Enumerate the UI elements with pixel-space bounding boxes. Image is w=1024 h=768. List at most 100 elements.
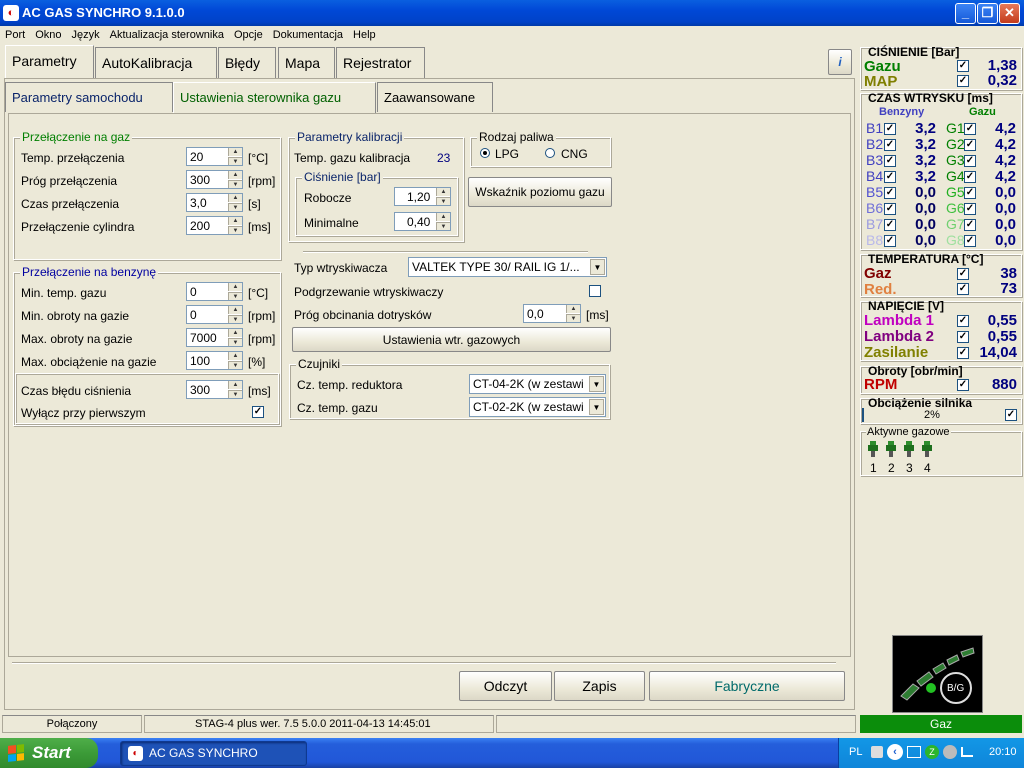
gas-injector-value: 0,0 — [995, 184, 1016, 201]
subtab-zaawansowane[interactable]: Zaawansowane — [377, 82, 493, 112]
taskbar-app-button[interactable]: ◐ AC GAS SYNCHRO — [120, 741, 307, 766]
max-rpm-spin[interactable]: 7000 ▲ ▼ — [186, 328, 243, 347]
gas-pressure-checkbox[interactable]: ✓ — [957, 60, 969, 72]
read-button[interactable]: Odczyt — [459, 671, 552, 701]
injector-icon — [904, 441, 914, 459]
mode-indicator[interactable]: B/G — [892, 635, 983, 713]
injector-number: 3 — [906, 461, 913, 475]
temp-gas-checkbox[interactable]: ✓ — [957, 268, 969, 280]
petrol-injector-checkbox[interactable]: ✓ — [884, 235, 896, 247]
close-button[interactable]: ✕ — [999, 3, 1020, 24]
petrol-injector-checkbox[interactable]: ✓ — [884, 171, 896, 183]
switch-cylinder-spin[interactable]: 200 ▲ ▼ — [186, 216, 243, 235]
maximize-button[interactable]: ❐ — [977, 3, 998, 24]
tab-parametry[interactable]: Parametry — [5, 45, 94, 78]
gas-injector-value: 4,2 — [995, 168, 1016, 185]
factory-button[interactable]: Fabryczne — [649, 671, 845, 701]
petrol-injector-checkbox[interactable]: ✓ — [884, 155, 896, 167]
injector-heating-checkbox[interactable] — [589, 285, 601, 297]
write-button[interactable]: Zapis — [554, 671, 645, 701]
subtab-parametry-samochodu[interactable]: Parametry samochodu — [5, 82, 173, 112]
max-load-label: Max. obciążenie na gazie — [21, 355, 157, 369]
fuel-cng-radio[interactable] — [545, 148, 555, 158]
petrol-injector-checkbox[interactable]: ✓ — [884, 123, 896, 135]
menu-okno[interactable]: Okno — [30, 29, 66, 41]
supply-checkbox[interactable]: ✓ — [957, 347, 969, 359]
switch-gas-title: Przełączenie na gaz — [20, 130, 133, 144]
gas-injector-checkbox[interactable]: ✓ — [964, 171, 976, 183]
load-checkbox[interactable]: ✓ — [1005, 409, 1017, 421]
working-pressure-spin[interactable]: 1,20 ▲ ▼ — [394, 187, 451, 206]
keyboard-icon[interactable] — [871, 746, 883, 758]
gas-injector-checkbox[interactable]: ✓ — [964, 203, 976, 215]
gas-injector-checkbox[interactable]: ✓ — [964, 235, 976, 247]
reducer-sensor-label: Cz. temp. reduktora — [297, 378, 403, 392]
menu-port[interactable]: Port — [0, 29, 30, 41]
temp-gas-label: Gaz — [864, 265, 892, 282]
min-rpm-spin[interactable]: 0 ▲ ▼ — [186, 305, 243, 324]
petrol-injector-checkbox[interactable]: ✓ — [884, 219, 896, 231]
menu-aktualizacja[interactable]: Aktualizacja sterownika — [105, 29, 229, 41]
subtab-ustawienia-sterownika[interactable]: Ustawienia sterownika gazu — [173, 82, 376, 114]
info-icon[interactable]: i — [828, 49, 852, 75]
tab-mapa[interactable]: Mapa — [278, 47, 335, 78]
pressure-error-spin[interactable]: 300 ▲ ▼ — [186, 380, 243, 399]
reducer-sensor-select[interactable]: CT-04-2K (w zestawi ▼ — [469, 374, 606, 394]
petrol-injector-checkbox[interactable]: ✓ — [884, 187, 896, 199]
min-rpm-label: Min. obroty na gazie — [21, 309, 130, 323]
monitor-icon[interactable] — [943, 745, 957, 759]
mode-label: B/G — [947, 683, 965, 694]
switch-temp-spin[interactable]: 20 ▲ ▼ — [186, 147, 243, 166]
gas-injector-checkbox[interactable]: ✓ — [964, 155, 976, 167]
title-bar[interactable]: ◐ AC GAS SYNCHRO 9.1.0.0 _ ❐ ✕ — [0, 0, 1024, 26]
chevron-left-icon[interactable]: ‹ — [887, 744, 903, 760]
petrol-injector-checkbox[interactable]: ✓ — [884, 139, 896, 151]
gas-injector-checkbox[interactable]: ✓ — [964, 139, 976, 151]
disable-first-checkbox[interactable]: ✓ — [252, 406, 264, 418]
windows-logo-icon — [8, 744, 24, 762]
tab-autokalibracja[interactable]: AutoKalibracja — [95, 47, 217, 78]
gas-injector-checkbox[interactable]: ✓ — [964, 219, 976, 231]
switch-threshold-spin[interactable]: 300 ▲ ▼ — [186, 170, 243, 189]
petrol-injector-value: 0,0 — [915, 200, 936, 217]
petrol-injector-checkbox[interactable]: ✓ — [884, 203, 896, 215]
start-button[interactable]: Start — [0, 738, 98, 768]
menu-jezyk[interactable]: Język — [66, 29, 104, 41]
petrol-injector-label: B5 — [866, 184, 884, 200]
min-gas-temp-label: Min. temp. gazu — [21, 286, 107, 300]
volume-icon[interactable] — [961, 747, 973, 757]
gas-injector-checkbox[interactable]: ✓ — [964, 187, 976, 199]
temp-reducer-checkbox[interactable]: ✓ — [957, 283, 969, 295]
load-title: Obciążenie silnika — [868, 396, 973, 410]
gas-injector-label: G3 — [946, 152, 965, 168]
tab-bledy[interactable]: Błędy — [218, 47, 276, 78]
lambda2-checkbox[interactable]: ✓ — [957, 331, 969, 343]
gas-level-button[interactable]: Wskaźnik poziomu gazu — [468, 177, 612, 207]
map-checkbox[interactable]: ✓ — [957, 75, 969, 87]
minimize-button[interactable]: _ — [955, 3, 976, 24]
green-z-icon[interactable]: Z — [925, 745, 939, 759]
menu-dokumentacja[interactable]: Dokumentacja — [268, 29, 348, 41]
cutoff-spin[interactable]: 0,0 ▲ ▼ — [523, 304, 581, 323]
fuel-lpg-radio[interactable] — [480, 148, 490, 158]
minimal-pressure-spin[interactable]: 0,40 ▲ ▼ — [394, 212, 451, 231]
injector-settings-button[interactable]: Ustawienia wtr. gazowych — [292, 327, 611, 352]
injector-type-select[interactable]: VALTEK TYPE 30/ RAIL IG 1/... ▼ — [408, 257, 607, 277]
gas-injector-checkbox[interactable]: ✓ — [964, 123, 976, 135]
switch-time-spin[interactable]: 3,0 ▲ ▼ — [186, 193, 243, 212]
pressure-subgroup-title: Ciśnienie [bar] — [302, 170, 383, 184]
max-load-spin[interactable]: 100 ▲ ▼ — [186, 351, 243, 370]
menu-help[interactable]: Help — [348, 29, 381, 41]
language-indicator[interactable]: PL — [849, 746, 862, 758]
lambda1-checkbox[interactable]: ✓ — [957, 315, 969, 327]
rpm-checkbox[interactable]: ✓ — [957, 379, 969, 391]
tab-rejestrator[interactable]: Rejestrator — [336, 47, 425, 78]
gas-sensor-select[interactable]: CT-02-2K (w zestawi ▼ — [469, 397, 606, 417]
min-gas-temp-spin[interactable]: 0 ▲ ▼ — [186, 282, 243, 301]
injector-type-label: Typ wtryskiwacza — [294, 261, 388, 275]
lambda1-label: Lambda 1 — [864, 312, 935, 329]
petrol-injector-label: B3 — [866, 152, 884, 168]
switch-cylinder-label: Przełączenie cylindra — [21, 220, 135, 234]
network-icon[interactable] — [907, 746, 921, 758]
menu-opcje[interactable]: Opcje — [229, 29, 268, 41]
